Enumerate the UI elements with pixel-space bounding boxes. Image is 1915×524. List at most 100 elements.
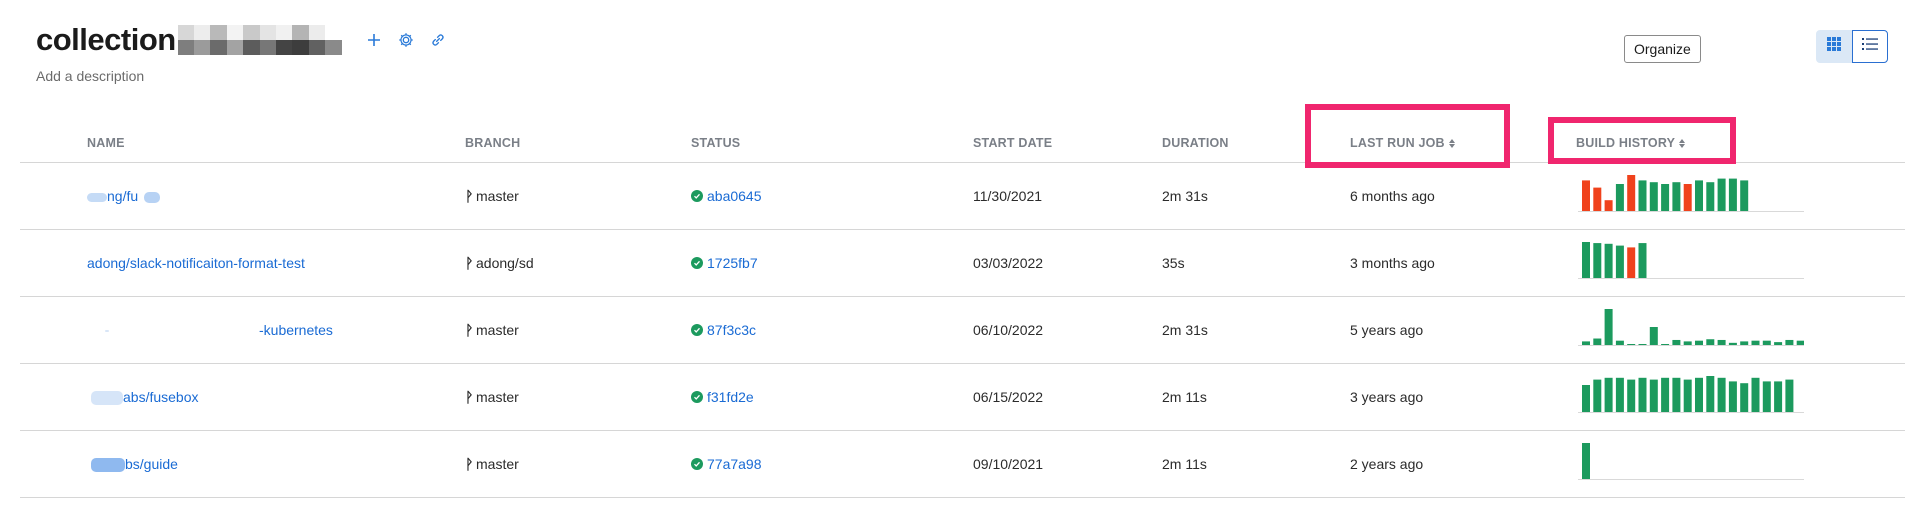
build-bar-passed[interactable] [1728,381,1737,412]
build-bar-passed[interactable] [1683,379,1692,412]
table-row[interactable]: adong/slack-notificaiton-format-test ᚹ ad… [20,230,1905,297]
build-bar-passed[interactable] [1672,182,1681,211]
build-bar-passed[interactable] [1615,245,1624,278]
pipeline-name[interactable]: adong/slack-notificaiton-format-test [87,255,305,271]
build-bar-passed[interactable] [1751,340,1760,345]
build-bar-passed[interactable] [1672,377,1681,412]
build-bar-passed[interactable] [1706,376,1715,412]
grid-view-button[interactable] [1816,30,1852,63]
build-bar-passed[interactable] [1728,342,1737,345]
build-bar-passed[interactable] [1638,377,1647,412]
link-icon[interactable] [428,30,448,50]
build-bar-failed[interactable] [1683,184,1692,211]
build-bar-passed[interactable] [1638,180,1647,211]
build-bar-passed[interactable] [1706,182,1715,211]
build-bar-passed[interactable] [1604,309,1613,345]
commit-link[interactable]: 77a7a98 [707,456,762,472]
add-description-link[interactable]: Add a description [36,68,144,84]
build-bar-passed[interactable] [1740,341,1749,345]
build-bar-passed[interactable] [1706,339,1715,345]
build-bar-passed[interactable] [1627,344,1636,345]
build-bar-passed[interactable] [1582,385,1590,412]
build-bar-passed[interactable] [1672,339,1681,345]
build-history-chart[interactable] [1578,372,1804,420]
build-bar-passed[interactable] [1604,377,1613,412]
build-bar-passed[interactable] [1638,344,1647,345]
build-bar-passed[interactable] [1695,377,1703,412]
build-bar-failed[interactable] [1627,175,1636,211]
build-bar-passed[interactable] [1615,377,1624,412]
build-bar-passed[interactable] [1582,242,1590,278]
build-bar-passed[interactable] [1593,243,1602,278]
build-bar-passed[interactable] [1695,180,1703,211]
sort-icon[interactable] [1679,138,1686,148]
build-bar-passed[interactable] [1717,377,1726,412]
list-view-button[interactable] [1852,30,1888,63]
build-bar-passed[interactable] [1604,243,1613,278]
commit-link[interactable]: aba0645 [707,188,762,204]
pipeline-name-link[interactable]: adong/slack-notificaiton-format-test [87,255,305,271]
build-bar-passed[interactable] [1774,342,1783,345]
build-bar-passed[interactable] [1593,338,1602,345]
build-bar-passed[interactable] [1649,379,1658,412]
commit-link[interactable]: 87f3c3c [707,322,756,338]
pipeline-name-link[interactable]: -kubernetes [87,322,333,338]
pipeline-name-link[interactable]: bs/guide [87,456,178,473]
pipeline-name[interactable]: -kubernetes [259,322,333,338]
table-row[interactable]: abs/fusebox ᚹ master f31fd2e 06/15/2022 2… [20,364,1905,431]
pipeline-name-link[interactable]: abs/fusebox [87,389,199,406]
build-bar-passed[interactable] [1661,344,1670,345]
build-bar-passed[interactable] [1762,381,1771,412]
build-bar-passed[interactable] [1649,327,1658,345]
table-row[interactable]: bs/guide ᚹ master 77a7a98 09/10/2021 2m 1… [20,431,1905,498]
build-bar-passed[interactable] [1762,340,1771,345]
pipeline-name[interactable]: bs/guide [125,456,178,472]
table-row[interactable]: ng/fu ᚹ master aba0645 11/30/2021 2m 31s … [20,163,1905,230]
build-bar-passed[interactable] [1582,443,1590,479]
build-history-chart[interactable] [1578,305,1804,353]
organize-button[interactable]: Organize [1624,35,1701,63]
build-bar-passed[interactable] [1740,383,1749,412]
redacted-title-suffix [177,25,342,55]
commit-link[interactable]: f31fd2e [707,389,754,405]
build-bar-failed[interactable] [1604,200,1613,211]
sort-icon[interactable] [1448,138,1455,148]
pipeline-name[interactable]: abs/fusebox [123,389,199,405]
build-bar-failed[interactable] [1582,180,1590,211]
build-bar-passed[interactable] [1751,377,1760,412]
table-row[interactable]: -kubernetes ᚹ master 87f3c3c 06/10/2022 2… [20,297,1905,364]
column-header-build-history[interactable]: BUILD HISTORY [1576,136,1686,150]
build-bar-passed[interactable] [1661,184,1670,211]
build-bar-passed[interactable] [1796,340,1804,345]
plus-icon[interactable] [364,30,384,50]
build-bar-passed[interactable] [1717,178,1726,211]
build-bar-passed[interactable] [1593,379,1602,412]
build-bar-failed[interactable] [1627,247,1636,278]
build-history-chart[interactable] [1578,238,1804,286]
build-bar-passed[interactable] [1774,381,1783,412]
build-bar-passed[interactable] [1649,182,1658,211]
pipeline-name-link[interactable]: ng/fu [87,188,161,204]
build-bar-passed[interactable] [1717,339,1726,345]
build-bar-passed[interactable] [1615,340,1624,345]
build-bar-passed[interactable] [1615,184,1624,211]
build-bar-passed[interactable] [1661,377,1670,412]
build-bar-passed[interactable] [1785,339,1794,345]
column-label: NAME [87,136,125,150]
build-bar-passed[interactable] [1785,379,1794,412]
build-bar-passed[interactable] [1728,178,1737,211]
build-bar-passed[interactable] [1740,180,1749,211]
build-bar-passed[interactable] [1695,340,1703,345]
build-bar-failed[interactable] [1593,187,1602,211]
build-bar-passed[interactable] [1582,341,1590,345]
build-bar-passed[interactable] [1627,379,1636,412]
build-history-chart[interactable] [1578,439,1804,487]
build-bar-passed[interactable] [1683,341,1692,345]
gear-icon[interactable] [396,30,416,50]
build-history-chart[interactable] [1578,171,1804,219]
start-date: 06/15/2022 [973,389,1044,405]
column-header-last-run-job[interactable]: LAST RUN JOB [1350,136,1455,150]
commit-link[interactable]: 1725fb7 [707,255,758,271]
build-bar-passed[interactable] [1638,243,1647,278]
pipeline-name[interactable]: ng/fu [107,188,138,204]
